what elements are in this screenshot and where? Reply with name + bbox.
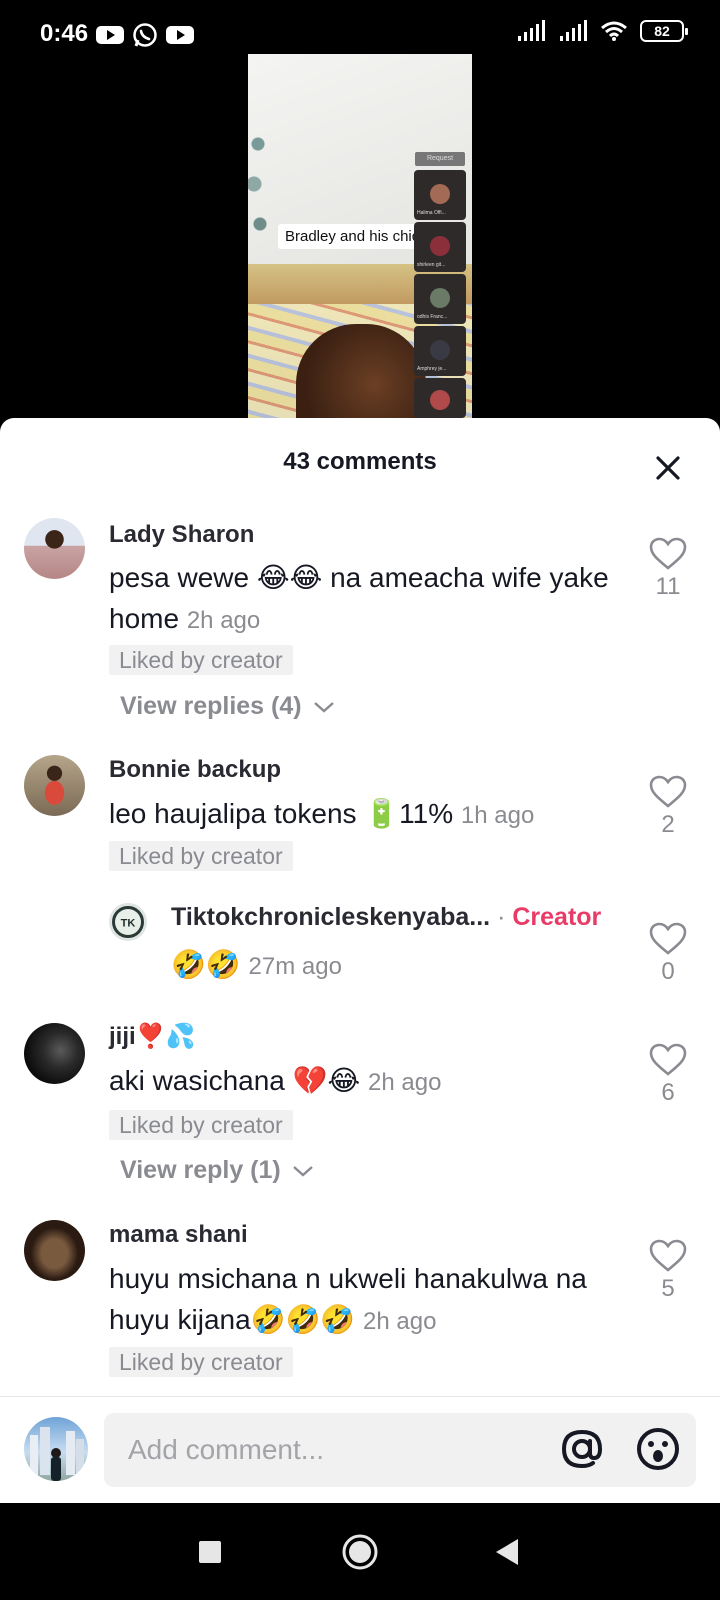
navigation-bar	[0, 1503, 720, 1600]
request-card[interactable]: Amphrey je...	[414, 326, 466, 376]
chevron-down-icon	[313, 702, 334, 713]
signal-icon	[518, 20, 545, 41]
request-card[interactable]	[414, 378, 466, 418]
like-count: 5	[661, 1275, 675, 1302]
request-card[interactable]: shirleen git...	[414, 222, 466, 272]
liked-by-creator-badge: Liked by creator	[109, 645, 293, 675]
recents-icon[interactable]	[198, 1540, 222, 1564]
comment-time: 27m ago	[248, 953, 342, 980]
liked-by-creator-badge: Liked by creator	[109, 841, 293, 871]
comment-username[interactable]: mama shani	[109, 1221, 248, 1249]
youtube-icon	[166, 26, 194, 44]
like-count: 11	[655, 573, 681, 600]
comment-time: 1h ago	[460, 802, 535, 829]
avatar[interactable]: TK	[109, 903, 147, 941]
avatar[interactable]	[24, 1417, 88, 1481]
wifi-icon	[601, 21, 627, 41]
heart-icon	[649, 1043, 687, 1076]
mention-icon[interactable]	[558, 1425, 606, 1473]
close-icon[interactable]	[652, 452, 684, 484]
like-count: 6	[661, 1079, 675, 1106]
request-label: Request	[415, 152, 465, 166]
comment-username[interactable]: Tiktokchronicleskenyaba... · Creator	[171, 903, 601, 932]
like-count: 0	[661, 958, 675, 985]
comment-text: pesa wewe 😂😂 na ameacha wife yake home 2…	[109, 562, 609, 634]
avatar[interactable]	[24, 1220, 85, 1281]
comment-text: 🤣🤣 27m ago	[171, 949, 342, 980]
comment-text: leo haujalipa tokens 🔋11% 1h ago	[109, 798, 535, 829]
like-button[interactable]: 5	[643, 1239, 693, 1303]
avatar[interactable]	[24, 518, 85, 579]
comment-time: 2h ago	[363, 1308, 437, 1335]
liked-by-creator-badge: Liked by creator	[109, 1347, 293, 1377]
video-caption: Bradley and his chic	[278, 224, 427, 249]
avatar[interactable]	[24, 755, 85, 816]
home-icon[interactable]	[341, 1533, 379, 1571]
comment-text: huyu msichana n ukweli hanakulwa na huyu…	[109, 1263, 587, 1335]
emoji-icon[interactable]	[634, 1425, 682, 1473]
tk-logo: TK	[115, 909, 141, 935]
liked-by-creator-badge: Liked by creator	[109, 1110, 293, 1140]
heart-icon	[649, 537, 687, 570]
comment-time: 2h ago	[186, 607, 261, 634]
creator-tag: Creator	[512, 903, 602, 931]
request-card[interactable]: odhis Franc...	[414, 274, 466, 324]
signal-icon	[560, 20, 587, 41]
heart-icon	[649, 775, 687, 808]
like-button[interactable]: 2	[643, 775, 693, 839]
like-button[interactable]: 6	[643, 1043, 693, 1107]
svg-text:TK: TK	[121, 918, 136, 930]
comment-username[interactable]: Bonnie backup	[109, 756, 281, 784]
comment-username[interactable]: Lady Sharon	[109, 521, 254, 549]
back-icon[interactable]	[495, 1538, 519, 1566]
like-count: 2	[661, 811, 675, 838]
battery-indicator: 82	[640, 20, 688, 42]
comment-text: aki wasichana 💔😂 2h ago	[109, 1065, 442, 1096]
comment-composer	[0, 1397, 720, 1503]
chevron-down-icon	[292, 1166, 313, 1177]
comment-time: 2h ago	[368, 1069, 442, 1096]
heart-icon	[649, 922, 687, 955]
notification-icons	[96, 22, 194, 48]
like-button[interactable]: 0	[643, 922, 693, 986]
like-button[interactable]: 11	[643, 537, 693, 601]
avatar[interactable]	[24, 1023, 85, 1084]
comment-username[interactable]: jiji❣️💦	[109, 1022, 195, 1051]
comments-count-title: 43 comments	[283, 448, 437, 475]
heart-icon	[649, 1239, 687, 1272]
whatsapp-icon	[133, 23, 157, 47]
comment-input[interactable]	[104, 1413, 696, 1487]
youtube-icon	[96, 26, 124, 44]
request-card[interactable]: Halima Offi...	[414, 170, 466, 220]
view-replies-link[interactable]: View replies (4)	[120, 692, 335, 721]
status-time: 0:46	[40, 20, 89, 47]
view-replies-link[interactable]: View reply (1)	[120, 1156, 314, 1185]
